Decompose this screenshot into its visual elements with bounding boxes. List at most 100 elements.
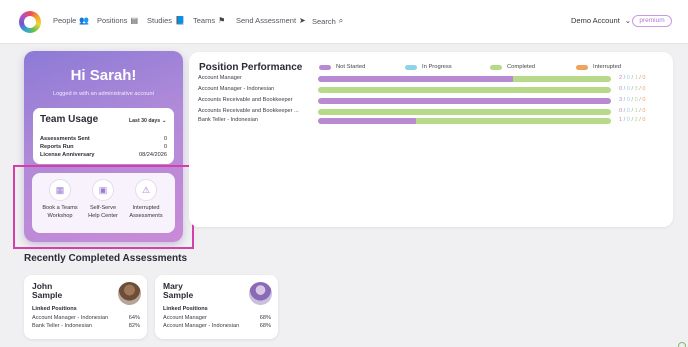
usage-row-reports-run: Reports Run 0: [40, 144, 167, 150]
position-score: 82%: [128, 323, 140, 329]
chevron-down-icon: ⌄: [162, 118, 167, 124]
candidate-name: Mary Sample: [163, 281, 233, 301]
nav-positions-label: Positions: [97, 16, 128, 25]
chevron-down-icon: ⌄: [624, 16, 632, 25]
status-indicator-icon: [678, 342, 686, 347]
count-interrupted: 0: [642, 108, 646, 114]
legend-label: Completed: [507, 64, 536, 70]
studies-icon: 📘: [175, 16, 185, 25]
legend-swatch: [490, 64, 502, 70]
position-score: 68%: [259, 323, 271, 329]
count-interrupted: 0: [642, 97, 646, 103]
legend-label: Not Started: [336, 64, 366, 70]
welcome-title: Hi Sarah!: [70, 67, 137, 84]
bar-segment-completed: [513, 76, 611, 82]
nav-positions[interactable]: Positions ▤: [97, 16, 138, 25]
position-score: 68%: [259, 315, 271, 321]
candidate-name: John Sample: [32, 281, 102, 301]
usage-row-value: 0: [163, 136, 167, 142]
usage-row-license-anniversary: License Anniversary 08/24/2026: [40, 152, 167, 158]
position-row-label[interactable]: Bank Teller - Indonesian: [198, 117, 308, 123]
position-row-label[interactable]: Accounts Receivable and Bookkeeper: [198, 97, 308, 103]
nav-studies-label: Studies: [147, 16, 173, 25]
recently-completed-title: Recently Completed Assessments: [24, 253, 188, 264]
search-icon: ⌕: [338, 16, 344, 25]
teams-icon: ⚑: [218, 16, 226, 25]
position-performance-title: Position Performance: [199, 62, 303, 73]
count-interrupted: 0: [642, 75, 646, 81]
legend-interrupted: Interrupted: [576, 64, 621, 70]
position-status-counts: 2 / 0 / 1 / 0: [619, 75, 646, 81]
linked-position-row: Bank Teller - Indonesian 82%: [32, 323, 140, 329]
nav-send-assessment-label: Send Assessment: [236, 16, 297, 25]
bar-segment-not-started: [318, 76, 514, 82]
nav-search-label: Search: [312, 16, 336, 26]
position-status-counts: 3 / 0 / 0 / 0: [619, 97, 646, 103]
top-navigation-bar: People 👥 Positions ▤ Studies 📘 Teams ⚑ S…: [0, 0, 688, 44]
count-interrupted: 0: [642, 117, 646, 123]
usage-range-label: Last 30 days: [129, 118, 161, 124]
usage-row-label: License Anniversary: [40, 152, 95, 158]
position-name: Bank Teller - Indonesian: [32, 323, 92, 329]
position-row-label[interactable]: Accounts Receivable and Bookkeeper ...: [198, 108, 308, 114]
usage-row-label: Assessments Sent: [40, 136, 90, 142]
welcome-subtitle: Logged in with an administrative account: [52, 91, 155, 97]
nav-send-assessment[interactable]: Send Assessment ➤: [236, 16, 306, 25]
usage-range-select[interactable]: Last 30 days ⌄: [129, 118, 167, 124]
bar-segment-completed: [318, 109, 611, 115]
highlight-box: [13, 165, 194, 249]
legend-swatch: [576, 64, 588, 70]
team-usage-panel: Team Usage Last 30 days ⌄ Assessments Se…: [33, 108, 174, 164]
position-status-counts: 0 / 0 / 1 / 0: [619, 108, 646, 114]
legend-in-progress: In Progress: [405, 64, 452, 70]
usage-row-value: 0: [163, 144, 167, 150]
bar-segment-completed: [318, 87, 611, 93]
nav-teams-label: Teams: [193, 16, 216, 25]
nav-teams[interactable]: Teams ⚑: [193, 16, 225, 25]
position-progress-bar: [318, 109, 611, 115]
usage-row-label: Reports Run: [40, 144, 74, 150]
count-interrupted: 0: [642, 86, 646, 92]
position-status-counts: 1 / 0 / 2 / 0: [619, 117, 646, 123]
team-usage-title: Team Usage: [40, 114, 99, 125]
position-progress-bar: [318, 118, 611, 124]
bar-segment-completed: [415, 118, 611, 124]
position-status-counts: 0 / 0 / 3 / 0: [619, 86, 646, 92]
premium-badge[interactable]: premium: [632, 15, 672, 27]
linked-position-row: Account Manager - Indonesian 64%: [32, 315, 140, 321]
position-progress-bar: [318, 98, 611, 104]
bar-segment-not-started: [318, 98, 611, 104]
candidate-last-name: Sample: [32, 290, 63, 301]
position-row-label[interactable]: Account Manager - Indonesian: [198, 86, 308, 92]
nav-search[interactable]: Search ⌕: [312, 16, 343, 26]
position-score: 64%: [128, 315, 140, 321]
legend-not-started: Not Started: [319, 64, 365, 70]
linked-positions-label: Linked Positions: [163, 306, 208, 312]
linked-position-row: Account Manager - Indonesian 68%: [163, 323, 271, 329]
positions-icon: ▤: [130, 16, 138, 25]
app-logo[interactable]: [19, 11, 41, 33]
legend-swatch: [319, 64, 331, 70]
people-icon: 👥: [79, 16, 90, 25]
avatar: [249, 282, 272, 305]
nav-people[interactable]: People 👥: [53, 16, 89, 25]
nav-people-label: People: [53, 16, 77, 25]
bar-segment-not-started: [318, 118, 416, 124]
account-label: Demo Account: [571, 16, 620, 25]
avatar: [118, 282, 141, 305]
legend-completed: Completed: [490, 64, 535, 70]
position-progress-bar: [318, 76, 611, 82]
legend-label: In Progress: [422, 64, 452, 70]
position-row-label[interactable]: Account Manager: [198, 75, 308, 81]
candidate-last-name: Sample: [163, 290, 194, 301]
nav-studies[interactable]: Studies 📘: [147, 16, 185, 25]
usage-row-value: 08/24/2026: [139, 152, 167, 158]
completed-assessment-card[interactable]: John Sample Linked Positions Account Man…: [24, 275, 147, 339]
send-icon: ➤: [299, 16, 306, 25]
account-menu[interactable]: Demo Account ⌄: [571, 16, 631, 25]
position-name: Account Manager: [163, 315, 207, 321]
linked-positions-label: Linked Positions: [32, 306, 77, 312]
usage-row-assessments-sent: Assessments Sent 0: [40, 136, 167, 142]
legend-swatch: [405, 64, 417, 70]
completed-assessment-card[interactable]: Mary Sample Linked Positions Account Man…: [155, 275, 278, 339]
